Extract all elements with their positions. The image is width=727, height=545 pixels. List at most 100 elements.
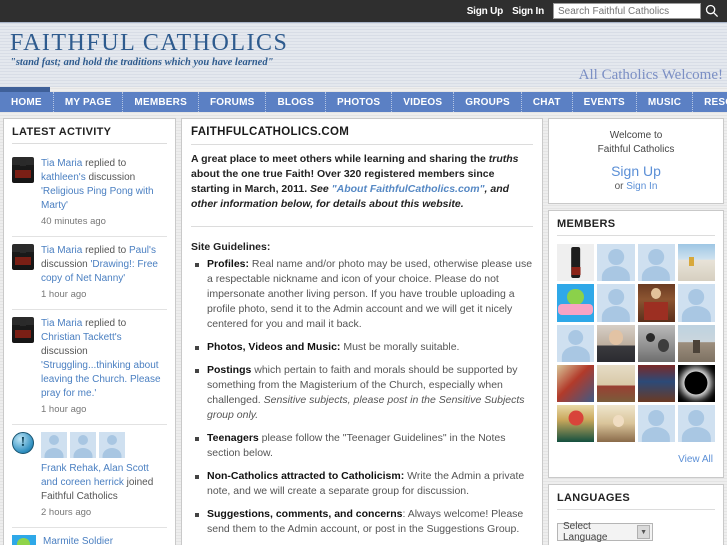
guideline-label: Non-Catholics attracted to Catholicism: [207, 470, 405, 482]
intro-see: See [310, 183, 332, 195]
member-avatar[interactable] [557, 405, 595, 443]
guideline-label: Teenagers [207, 432, 259, 444]
chevron-down-icon: ▼ [637, 525, 650, 540]
members-heading: MEMBERS [557, 218, 616, 230]
person-silhouette-icon[interactable] [70, 432, 96, 458]
member-avatar[interactable] [597, 284, 635, 322]
search-submit-button[interactable] [701, 2, 723, 20]
member-avatar[interactable] [597, 324, 635, 362]
activity-item: Tia Maria replied to Paul's discussion '… [12, 237, 167, 310]
language-select[interactable]: Select Language ▼ [557, 521, 653, 543]
guideline-label: Postings [207, 364, 252, 376]
activity-avatar[interactable] [12, 157, 34, 229]
member-avatar[interactable] [557, 244, 595, 282]
nav-item-chat[interactable]: CHAT [522, 92, 573, 112]
guideline-item: Non-Catholics attracted to Catholicism: … [191, 469, 533, 499]
activity-timestamp: 2 hours ago [41, 507, 92, 518]
activity-rest: discussion [41, 259, 91, 270]
member-avatar[interactable] [677, 324, 715, 362]
nav-item-my-page[interactable]: MY PAGE [54, 92, 124, 112]
bottle-avatar-icon [12, 157, 34, 183]
nav-item-photos[interactable]: PHOTOS [326, 92, 393, 112]
guideline-item: Suggestions, comments, and concerns: Alw… [191, 507, 533, 537]
activity-actor-link[interactable]: Tia Maria [41, 158, 82, 169]
nav-item-home[interactable]: HOME [0, 92, 54, 112]
search-form [553, 2, 723, 20]
search-icon [705, 4, 719, 18]
activity-avatar[interactable] [12, 244, 34, 302]
activity-actor-link[interactable]: Tia Maria [41, 318, 82, 329]
person-silhouette-icon[interactable] [41, 432, 67, 458]
member-avatar[interactable] [597, 244, 635, 282]
member-avatar[interactable] [557, 364, 595, 402]
sidebar-sign-in-link[interactable]: Sign In [626, 181, 657, 192]
member-avatar[interactable] [557, 284, 595, 322]
activity-text: Tia Maria replied to kathleen's discussi… [41, 157, 167, 229]
activity-item-comment: Marmite Soldier commented on Gabs's phot… [12, 528, 167, 545]
site-banner: FAITHFUL CATHOLICS "stand fast; and hold… [0, 22, 727, 87]
joiner-thumbnails [41, 432, 167, 458]
activity-avatar[interactable] [12, 535, 36, 545]
nav-item-forums[interactable]: FORUMS [199, 92, 267, 112]
activity-target-link[interactable]: Christian Tackett's [41, 332, 122, 343]
member-avatar[interactable] [597, 405, 635, 443]
activity-text: Frank Rehak, Alan Scott and coreen herri… [41, 432, 167, 520]
latest-activity-module: LATEST ACTIVITY Tia Maria replied to kat… [3, 118, 176, 545]
guideline-item: Profiles: Real name and/or photo may be … [191, 257, 533, 332]
activity-verb: replied to [82, 245, 130, 256]
activity-subject-link[interactable]: 'Religious Ping Pong with Marty' [41, 186, 154, 211]
nav-item-groups[interactable]: GROUPS [454, 92, 522, 112]
languages-heading: LANGUAGES [557, 492, 630, 505]
member-avatar[interactable] [637, 284, 675, 322]
nav-item-members[interactable]: MEMBERS [123, 92, 199, 112]
comment-actor-link[interactable]: Marmite Soldier [43, 536, 113, 545]
guideline-text: Real name and/or photo may be used, othe… [207, 258, 533, 330]
nav-item-resources[interactable]: RESOURCES [693, 92, 727, 112]
member-avatar-grid [557, 242, 715, 443]
guideline-item: Photos, Videos and Music: Must be morall… [191, 340, 533, 355]
member-avatar[interactable] [677, 364, 715, 402]
site-guidelines-label: Site Guidelines: [191, 241, 271, 253]
activity-target-link[interactable]: kathleen's [41, 172, 86, 183]
member-avatar[interactable] [637, 324, 675, 362]
sidebar-sign-up-link[interactable]: Sign Up [555, 163, 717, 179]
latest-activity-list: Tia Maria replied to kathleen's discussi… [4, 144, 175, 545]
page-columns: LATEST ACTIVITY Tia Maria replied to kat… [0, 112, 727, 545]
member-avatar[interactable] [557, 324, 595, 362]
member-avatar[interactable] [597, 364, 635, 402]
nav-item-blogs[interactable]: BLOGS [266, 92, 327, 112]
activity-verb: replied to [82, 158, 127, 169]
latest-activity-heading: LATEST ACTIVITY [12, 126, 112, 138]
member-avatar[interactable] [677, 405, 715, 443]
about-site-link[interactable]: "About FaithfulCatholics.com" [332, 183, 485, 195]
member-avatar[interactable] [677, 284, 715, 322]
person-silhouette-icon[interactable] [99, 432, 125, 458]
activity-text: Tia Maria replied to Paul's discussion '… [41, 244, 167, 302]
welcome-line-1: Welcome to [609, 130, 663, 141]
intro-part-a: A great place to meet others while learn… [191, 153, 489, 165]
site-title: FAITHFUL CATHOLICS [10, 30, 289, 56]
nav-item-events[interactable]: EVENTS [573, 92, 637, 112]
guideline-label: Suggestions, comments, and concerns [207, 508, 403, 520]
top-sign-up-link[interactable]: Sign Up [467, 6, 504, 17]
page-title: FAITHFULCATHOLICS.COM [191, 126, 350, 138]
members-view-all-link[interactable]: View All [678, 454, 713, 465]
activity-avatar[interactable] [12, 317, 34, 417]
activity-subject-link[interactable]: 'Struggling...thinking about leaving the… [41, 360, 161, 399]
activity-text: Marmite Soldier commented on Gabs's phot… [43, 535, 167, 545]
members-module: MEMBERS View All [548, 210, 724, 479]
nav-item-videos[interactable]: VIDEOS [392, 92, 455, 112]
member-avatar[interactable] [677, 244, 715, 282]
members-view-all-row: View All [557, 442, 715, 469]
member-avatar[interactable] [637, 405, 675, 443]
member-avatar[interactable] [637, 364, 675, 402]
site-intro-text: A great place to meet others while learn… [182, 145, 542, 222]
search-input[interactable] [553, 3, 701, 19]
activity-target-link[interactable]: Paul's [129, 245, 156, 256]
nav-item-music[interactable]: MUSIC [637, 92, 694, 112]
activity-actor-link[interactable]: Tia Maria [41, 245, 82, 256]
member-avatar[interactable] [637, 244, 675, 282]
or-sign-in-row: or Sign In [555, 181, 717, 192]
activity-rest: discussion [41, 346, 88, 357]
top-sign-in-link[interactable]: Sign In [512, 6, 544, 17]
